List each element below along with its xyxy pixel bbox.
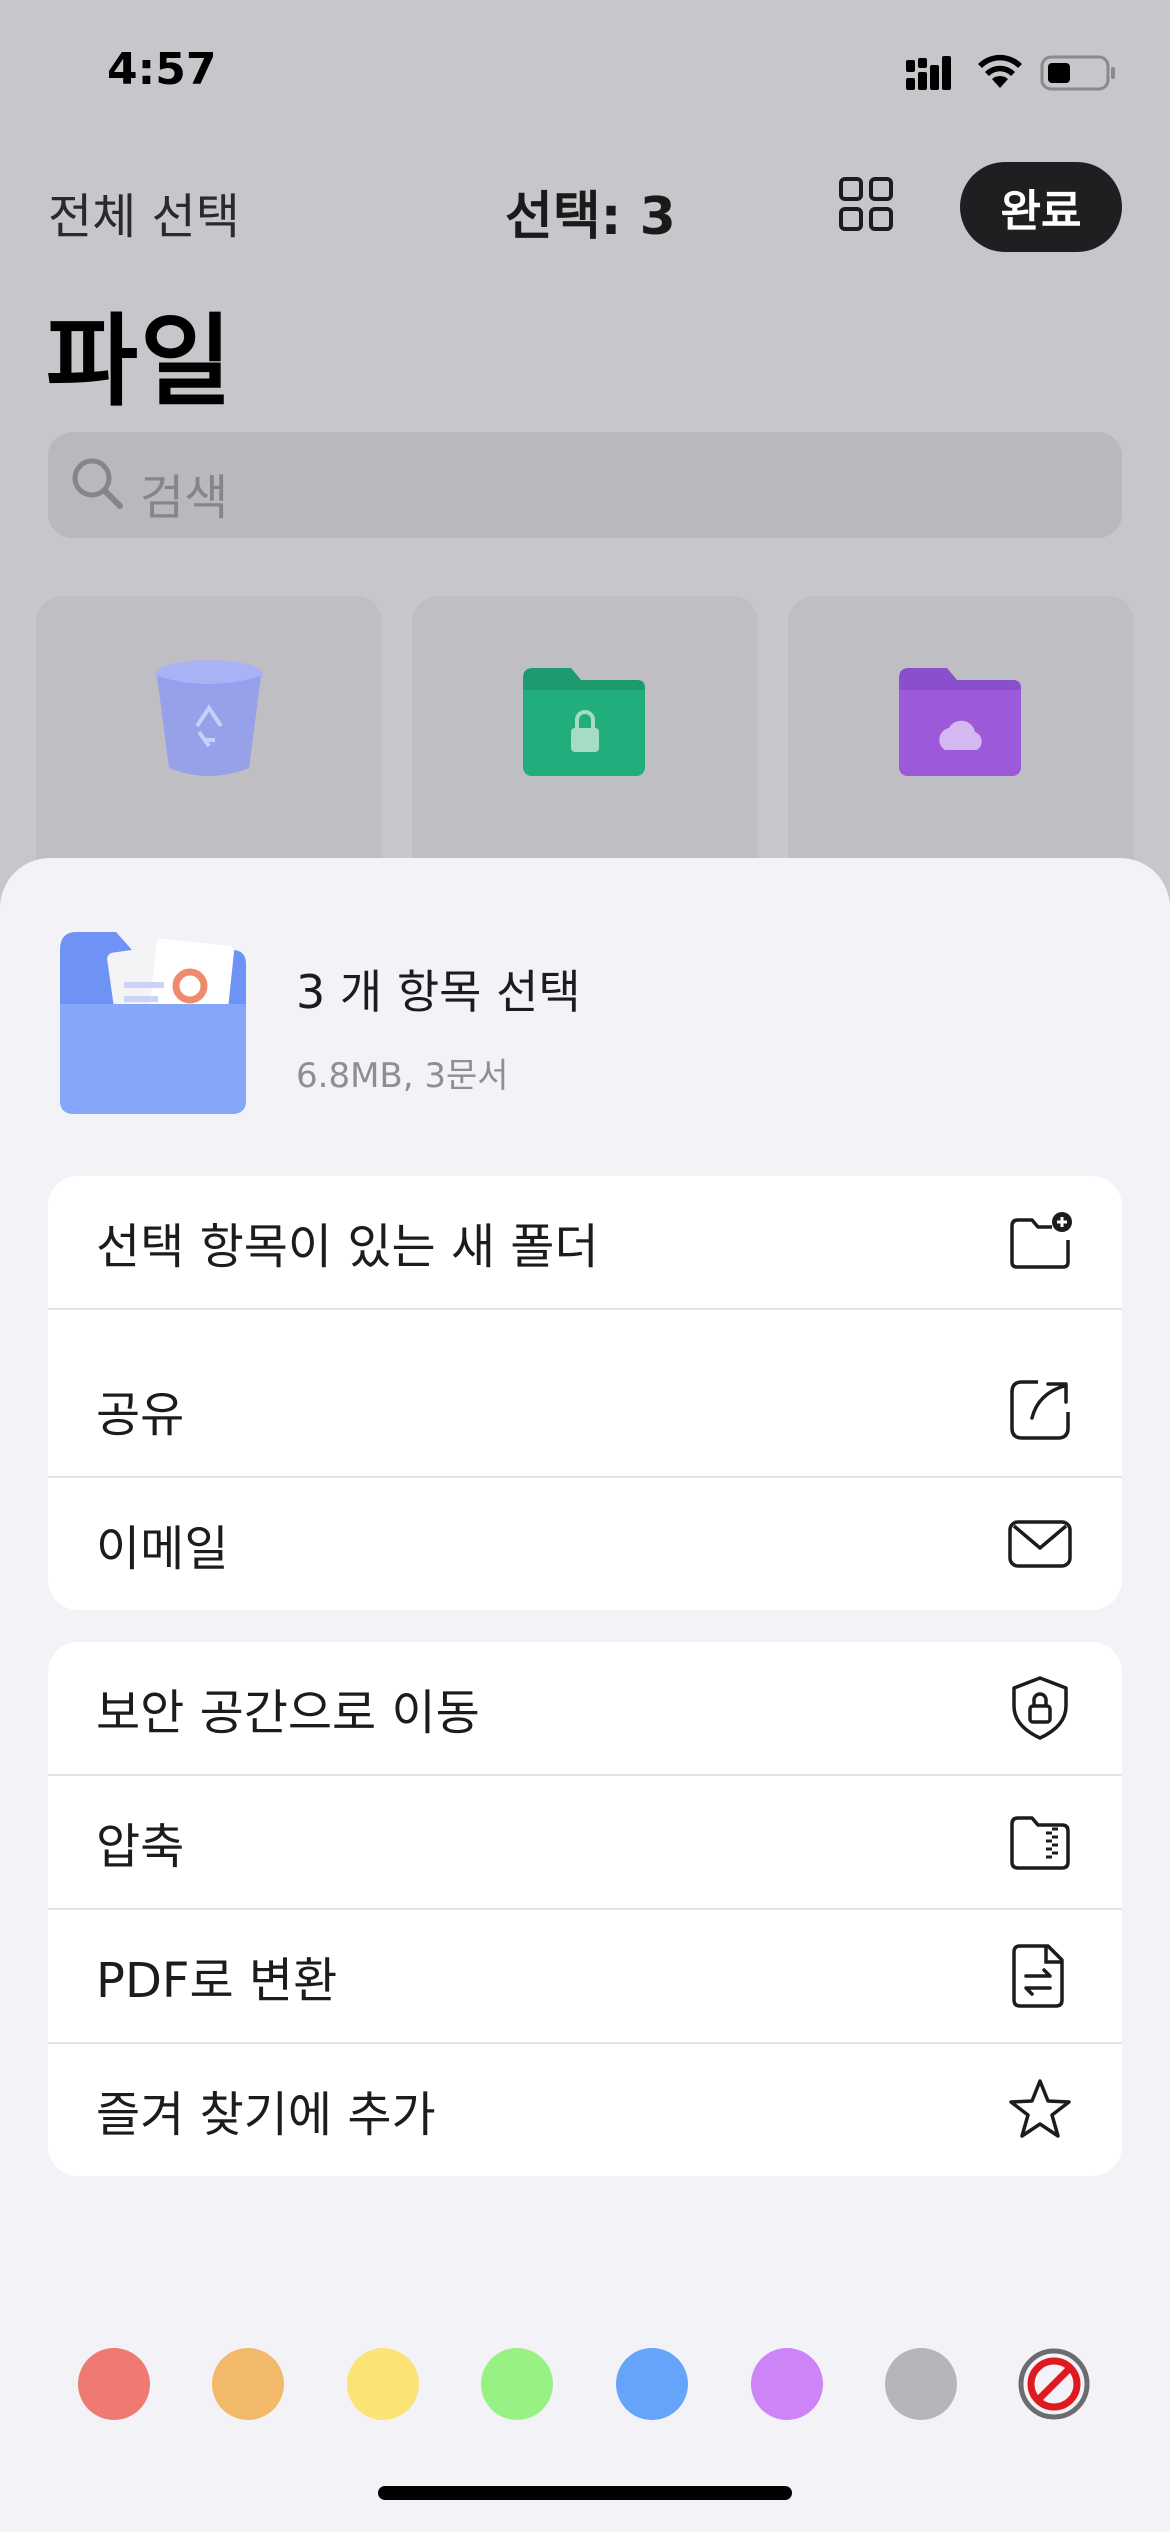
row-label: 보안 공간으로 이동 [96, 1685, 480, 1741]
zip-folder-icon [1010, 1816, 1070, 1870]
battery-icon [1040, 55, 1115, 91]
row-label: 공유 [96, 1387, 185, 1443]
move-to-secure-space-button[interactable]: 보안 공간으로 이동 [48, 1642, 1122, 1776]
trash-bin-icon [155, 660, 263, 776]
search-placeholder: 검색 [140, 470, 229, 526]
compress-button[interactable]: 압축 [48, 1776, 1122, 1910]
action-group-2: 공유 이메일 [48, 1344, 1122, 1610]
cloud-folder-icon [899, 668, 1021, 776]
action-group-3: 보안 공간으로 이동 압축 PDF로 변환 즐겨 찾기에 추가 [48, 1642, 1122, 2176]
status-bar: 4:57 [0, 0, 1170, 150]
convert-document-icon [1012, 1944, 1064, 2008]
new-folder-icon [1010, 1212, 1072, 1269]
tag-color-red[interactable] [78, 2348, 150, 2420]
clock: 4:57 [107, 44, 217, 95]
convert-to-pdf-button[interactable]: PDF로 변환 [48, 1910, 1122, 2044]
envelope-icon [1008, 1520, 1072, 1568]
add-to-favorites-button[interactable]: 즐겨 찾기에 추가 [48, 2044, 1122, 2176]
select-all-button[interactable]: 전체 선택 [48, 177, 240, 247]
tag-color-orange[interactable] [212, 2348, 284, 2420]
search-icon [72, 458, 123, 509]
cellular-signal-icon [906, 56, 951, 90]
row-label: 즐겨 찾기에 추가 [96, 2087, 436, 2143]
secure-folder-tile[interactable] [412, 596, 758, 896]
tag-color-green[interactable] [481, 2348, 553, 2420]
tag-color-blue[interactable] [616, 2348, 688, 2420]
tag-color-picker [0, 2348, 1170, 2428]
action-sheet: 3 개 항목 선택 6.8MB, 3문서 선택 항목이 있는 새 폴더 중복 공… [0, 858, 1170, 2532]
grid-view-icon[interactable] [838, 176, 894, 232]
page-title: 파일 [46, 303, 234, 420]
row-label: 선택 항목이 있는 새 폴더 [96, 1219, 599, 1275]
trash-tile[interactable] [36, 596, 382, 896]
done-button[interactable]: 완료 [960, 162, 1122, 252]
selection-title: 3 개 항목 선택 [296, 965, 581, 1019]
selected-files-folder-icon [60, 932, 246, 1114]
share-icon [1010, 1380, 1070, 1440]
search-field[interactable]: 검색 [48, 432, 1122, 538]
selection-count: 선택: 3 [505, 187, 676, 247]
no-color-icon[interactable] [1018, 2348, 1090, 2420]
row-label: 압축 [96, 1819, 185, 1875]
new-folder-with-selection-button[interactable]: 선택 항목이 있는 새 폴더 [48, 1176, 1122, 1310]
shield-lock-icon [1012, 1676, 1068, 1740]
cloud-folder-tile[interactable] [788, 596, 1134, 896]
tag-color-gray[interactable] [885, 2348, 957, 2420]
selection-subtitle: 6.8MB, 3문서 [296, 1056, 509, 1096]
home-indicator [378, 2486, 792, 2500]
wifi-icon [978, 54, 1022, 88]
row-label: 이메일 [96, 1521, 229, 1577]
share-button[interactable]: 공유 [48, 1344, 1122, 1478]
tag-color-yellow[interactable] [347, 2348, 419, 2420]
row-label: PDF로 변환 [96, 1953, 338, 2009]
star-icon [1009, 2079, 1071, 2138]
tag-color-purple[interactable] [751, 2348, 823, 2420]
email-button[interactable]: 이메일 [48, 1478, 1122, 1610]
locked-folder-icon [523, 668, 645, 776]
